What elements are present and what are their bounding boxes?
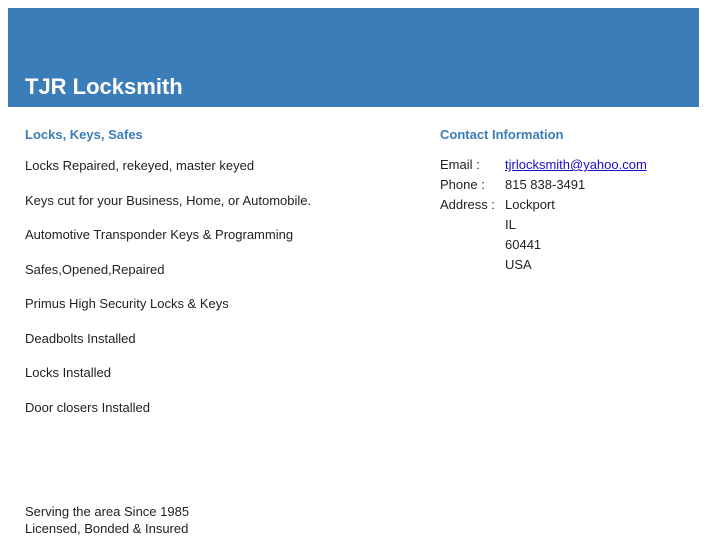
service-item: Door closers Installed: [25, 400, 150, 415]
address-zip: 60441: [505, 237, 542, 252]
address-country: USA: [505, 257, 532, 272]
services-heading: Locks, Keys, Safes: [25, 127, 143, 142]
address-state: IL: [505, 217, 516, 232]
site-title: TJR Locksmith: [25, 74, 183, 99]
footer: Serving the area Since 1985 Licensed, Bo…: [25, 503, 189, 537]
contact-heading: Contact Information: [440, 127, 564, 142]
service-item: Locks Repaired, rekeyed, master keyed: [25, 158, 255, 173]
service-item: Locks Installed: [25, 365, 111, 380]
service-item: Keys cut for your Business, Home, or Aut…: [25, 193, 312, 208]
site-header: TJR Locksmith: [8, 8, 699, 107]
phone-label: Phone :: [440, 177, 485, 192]
service-item: Automotive Transponder Keys & Programmin…: [25, 227, 294, 242]
service-item: Deadbolts Installed: [25, 331, 136, 346]
address-label: Address :: [440, 197, 495, 212]
services-section: Locks, Keys, Safes Locks Repaired, rekey…: [25, 127, 405, 415]
service-item: Primus High Security Locks & Keys: [25, 296, 229, 311]
footer-licensed: Licensed, Bonded & Insured: [25, 521, 189, 536]
service-item: Safes,Opened,Repaired: [25, 262, 165, 277]
contact-section: Contact Information Email : tjrlocksmith…: [440, 127, 700, 272]
address-city: Lockport: [505, 197, 555, 212]
phone-value: 815 838-3491: [505, 177, 586, 192]
email-label: Email :: [440, 157, 480, 172]
footer-since: Serving the area Since 1985: [25, 504, 190, 519]
email-link[interactable]: tjrlocksmith@yahoo.com: [505, 157, 647, 172]
